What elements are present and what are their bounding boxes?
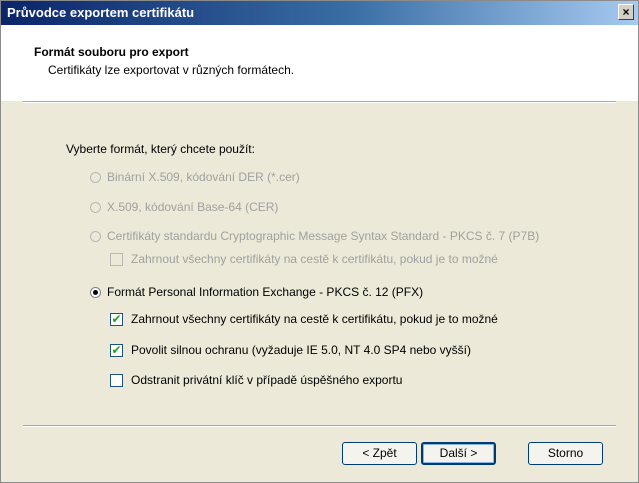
checkbox-delete-key-label: Odstranit privátní klíč v případě úspěšn… xyxy=(131,373,403,387)
cancel-button[interactable]: Storno xyxy=(528,442,603,465)
checkbox-p7b-include[interactable] xyxy=(110,252,123,266)
radio-base64-label: X.509, kódování Base-64 (CER) xyxy=(107,200,279,214)
radio-p7b[interactable] xyxy=(90,230,101,242)
title-bar: Průvodce exportem certifikátu × xyxy=(1,1,638,25)
checkbox-pfx-strong-label: Povolit silnou ochranu (vyžaduje IE 5.0,… xyxy=(131,343,471,357)
back-button[interactable]: < Zpět xyxy=(342,442,417,465)
next-button[interactable]: Další > xyxy=(421,442,496,465)
wizard-content: Vyberte formát, který chcete použít: Bin… xyxy=(1,103,638,423)
radio-option-base64[interactable]: X.509, kódování Base-64 (CER) xyxy=(90,200,278,214)
radio-selected-dot xyxy=(93,289,98,295)
footer-divider xyxy=(23,425,616,427)
checkbox-delete-key[interactable] xyxy=(110,373,123,387)
checkbox-option-pfx-include[interactable]: ✔ Zahrnout všechny certifikáty na cestě … xyxy=(110,312,498,326)
radio-der[interactable] xyxy=(90,171,101,183)
radio-pfx-label: Formát Personal Information Exchange - P… xyxy=(107,285,424,299)
checkbox-pfx-include[interactable]: ✔ xyxy=(110,311,123,326)
radio-base64[interactable] xyxy=(90,201,101,213)
format-prompt: Vyberte formát, který chcete použít: xyxy=(66,142,255,156)
checkbox-option-p7b-include[interactable]: Zahrnout všechny certifikáty na cestě k … xyxy=(110,252,498,266)
close-button[interactable]: × xyxy=(618,4,634,20)
page-subtitle: Certifikáty lze exportovat v různých for… xyxy=(48,63,295,77)
radio-pfx[interactable] xyxy=(90,286,101,298)
export-wizard-window: Průvodce exportem certifikátu × Formát s… xyxy=(0,0,639,483)
checkmark-icon: ✔ xyxy=(111,342,122,357)
radio-option-p7b[interactable]: Certifikáty standardu Cryptographic Mess… xyxy=(90,229,539,243)
checkbox-p7b-include-label: Zahrnout všechny certifikáty na cestě k … xyxy=(131,252,498,266)
wizard-header: Formát souboru pro export Certifikáty lz… xyxy=(1,25,638,101)
page-title: Formát souboru pro export xyxy=(34,45,189,59)
window-title: Průvodce exportem certifikátu xyxy=(7,5,195,20)
radio-option-pfx[interactable]: Formát Personal Information Exchange - P… xyxy=(90,285,423,299)
checkbox-pfx-strong[interactable]: ✔ xyxy=(110,342,123,357)
checkbox-option-pfx-strong[interactable]: ✔ Povolit silnou ochranu (vyžaduje IE 5.… xyxy=(110,343,471,357)
radio-der-label: Binární X.509, kódování DER (*.cer) xyxy=(107,170,300,184)
close-icon: × xyxy=(622,5,630,19)
checkbox-pfx-include-label: Zahrnout všechny certifikáty na cestě k … xyxy=(131,312,498,326)
radio-option-der[interactable]: Binární X.509, kódování DER (*.cer) xyxy=(90,170,300,184)
checkbox-option-delete-key[interactable]: Odstranit privátní klíč v případě úspěšn… xyxy=(110,373,402,387)
checkmark-icon: ✔ xyxy=(111,311,122,326)
radio-p7b-label: Certifikáty standardu Cryptographic Mess… xyxy=(107,229,540,243)
